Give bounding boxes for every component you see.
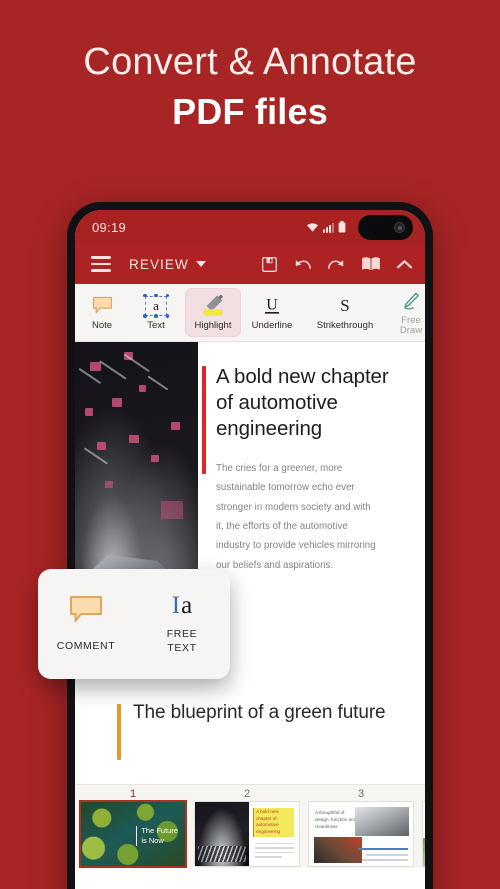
book-icon[interactable] <box>361 256 381 272</box>
tool-note[interactable]: Note <box>75 284 129 341</box>
caption-line-1: The Future <box>141 826 178 835</box>
strikethrough-icon: S <box>335 294 355 318</box>
car-photo <box>354 807 409 837</box>
hamburger-bar <box>91 262 111 266</box>
tool-note-label: Note <box>91 319 113 331</box>
tool-strikethrough-label: Strikethrough <box>316 319 374 331</box>
thumbnail-caption: A thoughtful of design, function and cle… <box>315 810 357 829</box>
redo-icon[interactable] <box>327 256 346 273</box>
battery-icon <box>338 221 346 233</box>
page-thumbnail-3[interactable]: 3 A thoughtful of design, function and c… <box>309 787 413 868</box>
tool-strikethrough[interactable]: S Strikethrough <box>301 284 389 341</box>
undo-icon[interactable] <box>293 256 312 273</box>
page-thumbnail-preview: Baby steps to a massive leap <box>423 802 425 866</box>
headline-line-1: Convert & Annotate <box>83 41 417 83</box>
hamburger-bar <box>91 256 111 259</box>
status-bar: 09:19 <box>75 210 425 244</box>
page-number-label: 3 <box>357 788 365 800</box>
document-text-column: A bold new chapter of automotive enginee… <box>198 342 425 674</box>
thumbnail-text-pane: A bold new chapter of automotive enginee… <box>249 802 299 866</box>
thumbnail-photo <box>423 837 425 866</box>
resize-handle <box>154 314 158 318</box>
camera-lens-icon <box>394 222 405 233</box>
status-clock: 09:19 <box>92 219 127 235</box>
page-thumbnail-preview: The Future is Now <box>81 802 185 866</box>
page-thumbnail-strip[interactable]: 1 The Future is Now 2 A bold new chapter… <box>75 784 425 868</box>
signal-icon <box>323 222 334 233</box>
highlighter-icon <box>198 294 228 318</box>
tool-highlight-label: Highlight <box>194 319 232 331</box>
popup-item-free-text[interactable]: Ia FREE TEXT <box>134 593 230 654</box>
tool-free-draw[interactable]: Free Draw <box>389 284 425 341</box>
resize-handle <box>143 314 147 318</box>
phone-mockup: 09:19 REVIEW Note a Text Highlight U Und… <box>67 202 433 889</box>
annotation-popup[interactable]: COMMENT Ia FREE TEXT <box>38 569 230 679</box>
underline-icon: U <box>262 294 282 318</box>
resize-handle <box>165 314 169 318</box>
save-icon[interactable] <box>261 256 278 273</box>
resize-handle <box>143 293 147 298</box>
page-number-label: 4 <box>423 787 425 802</box>
tool-underline[interactable]: U Underline <box>243 284 301 341</box>
text-box-glyph-letter: a <box>145 295 167 316</box>
app-toolbar: REVIEW <box>75 244 425 284</box>
headline-line-2: PDF files <box>172 90 328 132</box>
pen-draw-icon <box>401 289 421 313</box>
page-thumbnail-preview: A bold new chapter of automotive enginee… <box>195 802 299 866</box>
mode-selector-label[interactable]: REVIEW <box>129 257 189 272</box>
thumbnail-caption: The Future is Now <box>136 826 178 847</box>
document-section-heading: The blueprint of a green future <box>133 702 386 723</box>
free-text-icon: Ia <box>172 593 192 618</box>
car-image <box>195 802 250 866</box>
heading-accent-bar <box>202 366 206 474</box>
page-number-label: 2 <box>243 788 251 800</box>
toolbar-actions <box>261 256 413 273</box>
section-accent-bar <box>117 704 121 760</box>
thumbnail-layout: A thoughtful of design, function and cle… <box>309 802 413 866</box>
annotation-toolbar: Note a Text Highlight U Underline S Stri… <box>75 284 425 342</box>
chevron-up-icon[interactable] <box>396 258 413 271</box>
speech-bubble-icon <box>69 595 103 630</box>
thumbnail-layout: A bold new chapter of automotive enginee… <box>195 802 299 866</box>
chart-bar <box>366 854 408 856</box>
caret-down-icon[interactable] <box>195 261 206 267</box>
tool-underline-label: Underline <box>251 319 293 331</box>
placeholder-lines <box>255 842 294 858</box>
page-thumbnail-4[interactable]: 4 Baby steps to a massive leap <box>423 787 425 868</box>
caption-line-2: is Now <box>141 836 164 846</box>
page-number-label: 1 <box>129 788 137 800</box>
phone-screen: 09:19 REVIEW Note a Text Highlight U Und… <box>75 210 425 889</box>
chart-bar <box>358 848 408 850</box>
tool-text-label: Text <box>147 319 165 331</box>
camera-punch-hole <box>358 215 413 240</box>
promo-headline: Convert & Annotate PDF files <box>0 41 500 132</box>
free-text-a-glyph: a <box>181 592 193 620</box>
popup-item-comment[interactable]: COMMENT <box>38 595 134 653</box>
wifi-icon <box>307 222 318 232</box>
page-thumbnail-preview: A thoughtful of design, function and cle… <box>309 802 413 866</box>
secondary-photo <box>314 837 362 863</box>
speech-bubble-icon <box>92 294 113 318</box>
tool-text[interactable]: a Text <box>129 284 183 341</box>
text-box-icon: a <box>143 293 169 318</box>
tool-free-draw-label: Free Draw <box>399 314 423 336</box>
popup-free-text-label: FREE TEXT <box>166 628 198 654</box>
thumbnail-layout: Baby steps to a massive leap <box>423 802 425 866</box>
tool-highlight[interactable]: Highlight <box>185 288 241 337</box>
page-thumbnail-2[interactable]: 2 A bold new chapter of automotive engin… <box>195 787 299 868</box>
document-heading: A bold new chapter of automotive enginee… <box>216 365 389 441</box>
svg-text:U: U <box>266 297 278 314</box>
highlighted-heading: A bold new chapter of automotive enginee… <box>253 808 294 837</box>
document-section-two: The blueprint of a green future <box>75 674 425 784</box>
popup-comment-label: COMMENT <box>56 639 116 652</box>
hamburger-bar <box>91 269 111 272</box>
free-text-i-glyph: I <box>171 592 181 620</box>
page-thumbnail-1[interactable]: 1 The Future is Now <box>81 787 185 868</box>
hamburger-menu-icon[interactable] <box>91 256 111 272</box>
resize-handle <box>165 293 169 298</box>
chart-bar <box>362 859 408 861</box>
document-body-text: The cries for a greener, more sustainabl… <box>216 462 376 571</box>
svg-text:S: S <box>340 296 349 315</box>
